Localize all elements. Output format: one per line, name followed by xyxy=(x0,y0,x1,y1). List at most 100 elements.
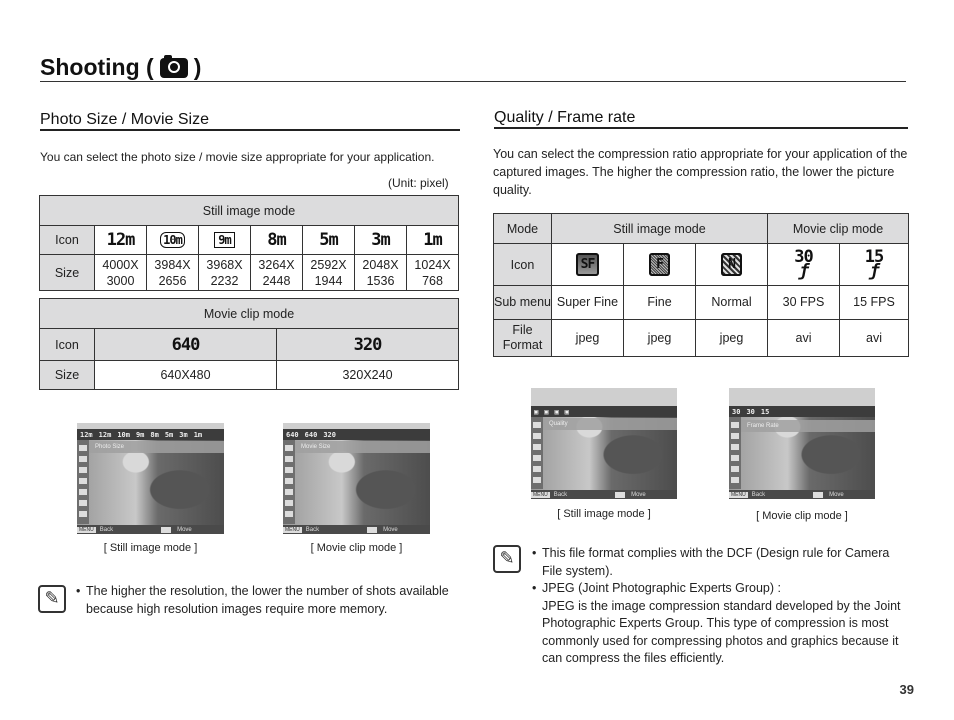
option-item: 12m xyxy=(98,430,112,439)
option-item: 1m xyxy=(193,430,203,439)
size-5m-icon: 5m xyxy=(319,230,339,250)
note-item: • This file format complies with the DCF… xyxy=(532,545,912,580)
page-title-close: ) xyxy=(193,54,202,80)
option-bar: ▣ ▣ ▣ ▣ xyxy=(531,406,677,417)
section-title-quality: Quality / Frame rate xyxy=(494,109,636,126)
still-mode-header: Still image mode xyxy=(551,213,768,244)
bullet: • xyxy=(532,581,537,595)
size-cell: 1024X 768 xyxy=(406,254,459,291)
move-icon xyxy=(615,491,626,498)
size-height: 2232 xyxy=(210,273,239,288)
bullet: • xyxy=(532,546,537,560)
size-width: 2592X xyxy=(310,257,347,272)
camera-screen-photo-size: 12m 12m 10m 9m 8m 5m 3m 1m Photo Size ME… xyxy=(77,423,224,534)
move-label: Move xyxy=(829,491,844,498)
row-label-size: Size xyxy=(39,360,95,390)
size-8m-icon: 8m xyxy=(267,230,287,250)
submenu-cell: 15 FPS xyxy=(839,285,909,320)
size-height: 2448 xyxy=(262,273,291,288)
movie-640-icon: 640 xyxy=(171,334,201,355)
screen-caption: [ Movie clip mode ] xyxy=(310,542,403,554)
size-cell: 640X480 xyxy=(94,360,277,390)
option-item: 12m xyxy=(80,430,93,439)
size-cell: 2592X 1944 xyxy=(302,254,355,291)
size-width: 3264X xyxy=(258,257,295,272)
submenu-cell: 30 FPS xyxy=(767,285,840,320)
screen-caption: [ Still image mode ] xyxy=(103,542,198,554)
quality-normal-icon: N xyxy=(721,253,742,276)
size-height: 2656 xyxy=(158,273,187,288)
back-label: Back xyxy=(305,526,320,533)
camera-screen-movie-size: 640 640 320 Movie Size MENU Back Move xyxy=(283,423,430,534)
photo-size-intro: You can select the photo size / movie si… xyxy=(40,150,435,164)
row-label-icon: Icon xyxy=(493,243,552,286)
back-label: Back xyxy=(99,526,114,533)
screen-topbar xyxy=(531,388,677,406)
menu-button-icon: MENU xyxy=(77,526,96,533)
movie-size-table: Movie clip mode Icon 640 320 Size 640X48… xyxy=(39,298,459,390)
size-cell: 4000X 3000 xyxy=(94,254,147,291)
option-item: 8m xyxy=(150,430,159,439)
back-label: Back xyxy=(553,491,568,498)
menu-label: Frame Rate xyxy=(741,420,875,432)
screen-bottom-bar: MENU Back Move xyxy=(283,525,430,534)
table-header: Still image mode xyxy=(39,195,459,226)
size-height: 1944 xyxy=(314,273,343,288)
move-label: Move xyxy=(177,526,192,533)
move-label: Move xyxy=(383,526,398,533)
size-width: 3984X xyxy=(154,257,191,272)
screen-bottom-bar: MENU Back Move xyxy=(77,525,224,534)
mode-label: Mode xyxy=(493,213,552,244)
option-item: 9m xyxy=(135,430,145,439)
row-label-submenu: Sub menu xyxy=(493,285,552,320)
menu-sidebar xyxy=(77,440,89,524)
option-item: 640 xyxy=(304,430,318,439)
format-cell: avi xyxy=(767,319,840,357)
move-icon xyxy=(813,491,824,498)
size-cell: 2048X 1536 xyxy=(354,254,407,291)
size-1m-icon: 1m xyxy=(423,230,443,250)
movie-mode-header: Movie clip mode xyxy=(767,213,909,244)
screen-bottom-bar: MENU Back Move xyxy=(531,490,677,499)
option-item: 5m xyxy=(164,430,174,439)
option-bar: 30 30 15 xyxy=(729,406,875,417)
camera-icon xyxy=(159,54,188,78)
menu-sidebar xyxy=(729,417,741,489)
size-3m-icon: 3m xyxy=(371,230,391,250)
note-text: The higher the resolution, the lower the… xyxy=(86,584,449,616)
page-title-text: Shooting ( xyxy=(40,54,154,80)
film-f-glyph: ƒ xyxy=(869,261,879,281)
menu-label: Photo Size xyxy=(89,441,224,453)
note-item: • The higher the resolution, the lower t… xyxy=(76,583,461,618)
quality-superfine-icon: SF xyxy=(575,253,600,276)
size-9m-icon: 9m xyxy=(214,232,235,248)
jpeg-description: JPEG is the image compression standard d… xyxy=(542,598,901,666)
camera-screen-quality: ▣ ▣ ▣ ▣ Quality MENU Back Move xyxy=(531,388,677,499)
option-item: 10m xyxy=(117,430,130,439)
screen-topbar xyxy=(729,388,875,406)
option-bar: 640 640 320 xyxy=(283,429,430,440)
size-cell: 3264X 2448 xyxy=(250,254,303,291)
menu-button-icon: MENU xyxy=(531,491,550,498)
quality-table: Mode Still image mode Movie clip mode Ic… xyxy=(493,213,909,357)
option-bar: 12m 12m 10m 9m 8m 5m 3m 1m xyxy=(77,429,224,440)
section-divider xyxy=(40,129,460,131)
option-item: 640 xyxy=(286,430,299,439)
format-cell: jpeg xyxy=(551,319,624,357)
title-divider xyxy=(40,81,906,82)
screen-caption: [ Still image mode ] xyxy=(557,508,651,520)
note-pencil-icon: ✎ xyxy=(38,585,66,613)
note-item: • JPEG (Joint Photographic Experts Group… xyxy=(532,580,912,598)
size-width: 3968X xyxy=(206,257,243,272)
menu-sidebar xyxy=(283,440,295,524)
note-text: This file format complies with the DCF (… xyxy=(542,546,890,578)
submenu-cell: Fine xyxy=(623,285,696,320)
table-header: Movie clip mode xyxy=(39,298,459,329)
format-cell: jpeg xyxy=(623,319,696,357)
menu-button-icon: MENU xyxy=(729,491,748,498)
move-label: Move xyxy=(631,491,646,498)
size-height: 768 xyxy=(422,273,443,288)
section-title-photo-size: Photo Size / Movie Size xyxy=(40,111,209,128)
framerate-30-icon: 30 ƒ xyxy=(794,249,814,280)
row-label-size: Size xyxy=(39,254,95,291)
